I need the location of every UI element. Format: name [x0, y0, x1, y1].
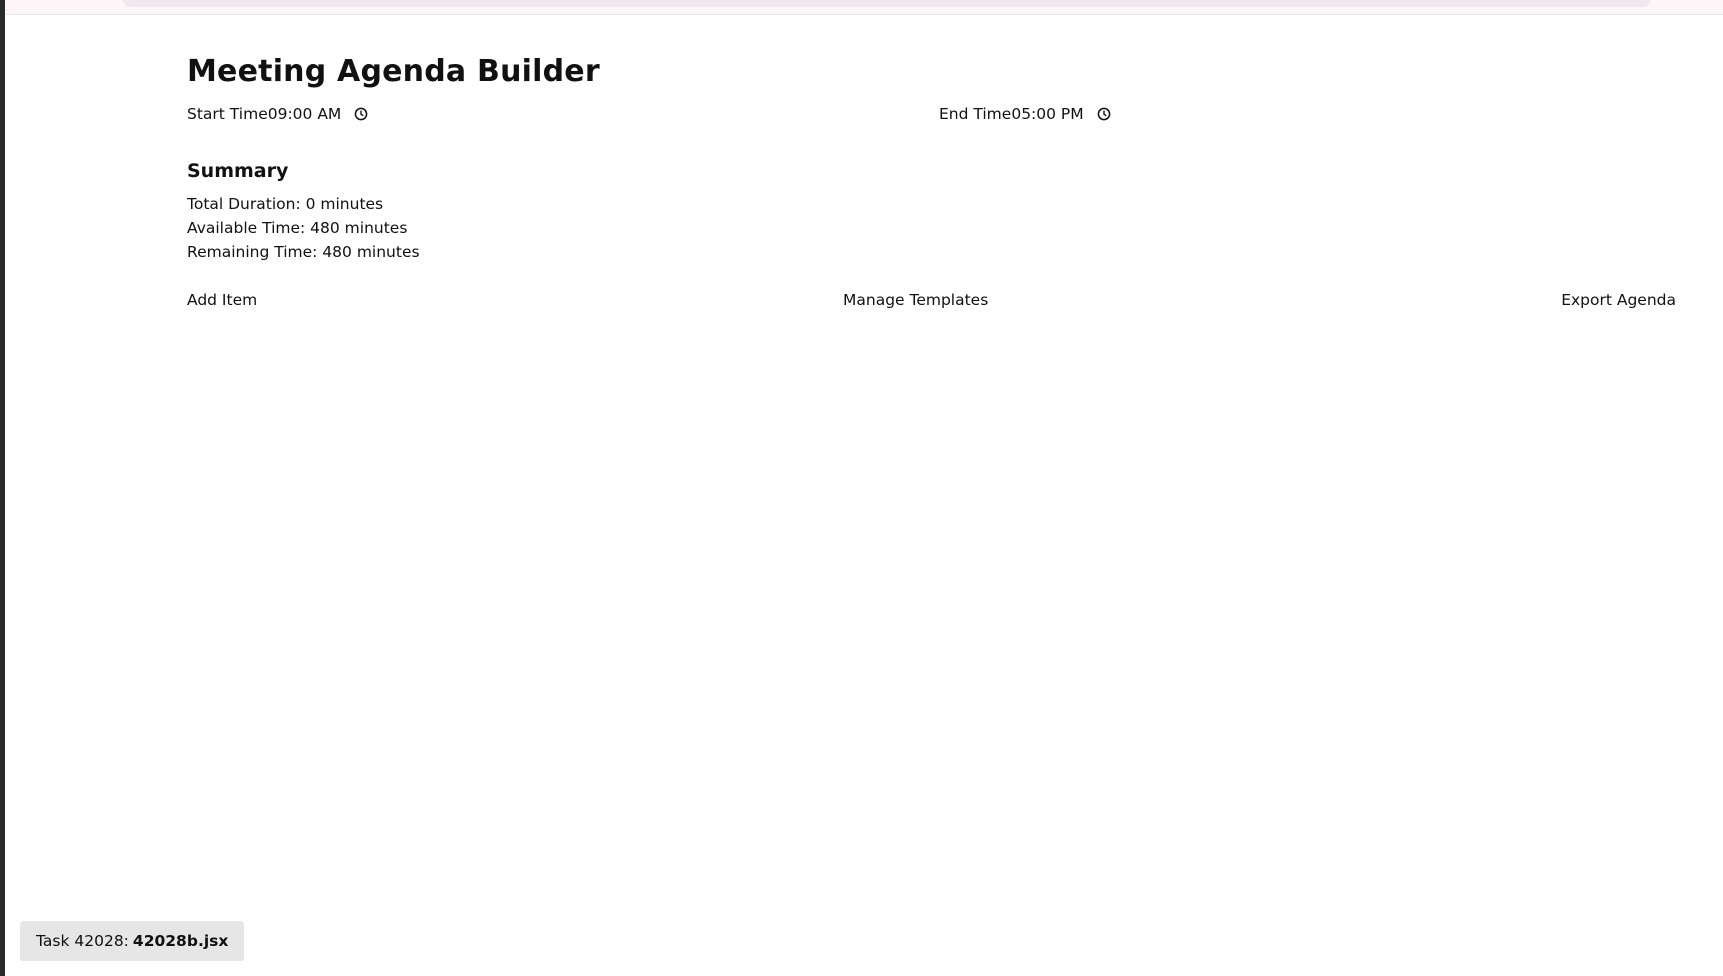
remaining-time-text: Remaining Time: 480 minutes — [187, 243, 420, 261]
task-tag-filename: 42028b.jsx — [132, 932, 229, 950]
browser-top-strip — [5, 0, 1723, 15]
address-bar[interactable] — [123, 0, 1651, 7]
page-title: Meeting Agenda Builder — [187, 54, 600, 89]
available-time-text: Available Time: 480 minutes — [187, 219, 408, 237]
summary-heading: Summary — [187, 160, 289, 182]
agenda-builder-page: Meeting Agenda Builder Start Time 09:00 … — [187, 50, 1676, 312]
task-tag: Task 42028: 42028b.jsx — [20, 921, 245, 961]
add-item-button[interactable]: Add Item — [187, 288, 257, 312]
task-tag-prefix: Task 42028: — [36, 932, 129, 950]
end-time-value[interactable]: 05:00 PM — [1011, 105, 1083, 123]
start-time-field[interactable]: Start Time 09:00 AM — [187, 102, 369, 126]
clock-icon[interactable] — [1096, 106, 1112, 122]
action-bar: Add Item Manage Templates Export Agenda — [187, 288, 1676, 312]
export-agenda-button[interactable]: Export Agenda — [1561, 288, 1676, 312]
window-left-edge — [0, 0, 5, 976]
end-time-field[interactable]: End Time 05:00 PM — [939, 102, 1112, 126]
clock-icon[interactable] — [353, 106, 369, 122]
start-time-value[interactable]: 09:00 AM — [268, 105, 342, 123]
start-time-label: Start Time — [187, 105, 268, 123]
total-duration-text: Total Duration: 0 minutes — [187, 195, 384, 213]
manage-templates-button[interactable]: Manage Templates — [843, 288, 988, 312]
time-range-row: Start Time 09:00 AM End Time 05:00 PM — [187, 102, 1676, 142]
end-time-label: End Time — [939, 105, 1012, 123]
